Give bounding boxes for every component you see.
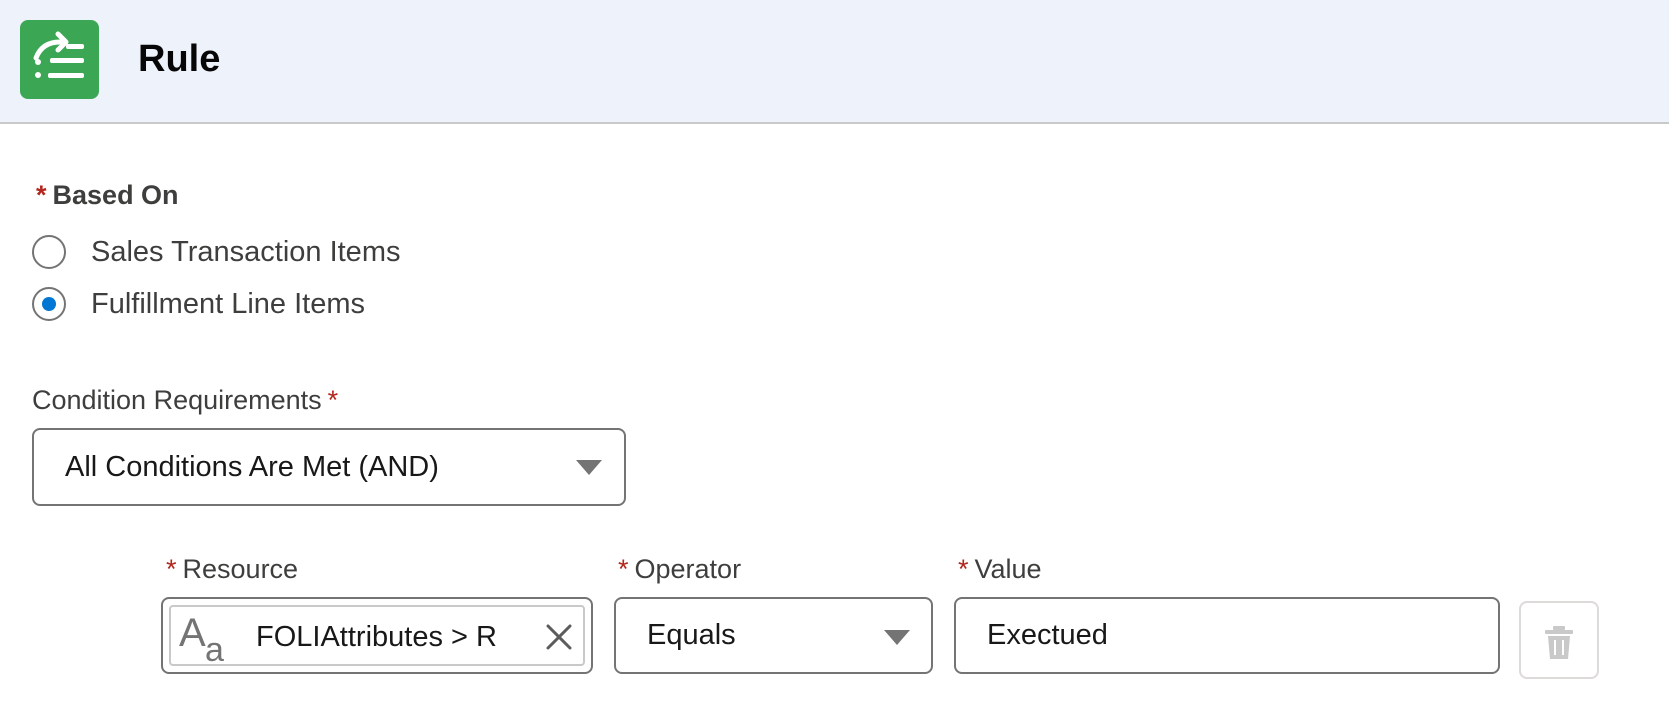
value-label: * Value bbox=[958, 554, 1042, 585]
delete-condition-button[interactable] bbox=[1519, 601, 1599, 679]
operator-label: * Operator bbox=[618, 554, 741, 585]
resource-pill[interactable]: Aa FOLIAttributes > R bbox=[169, 605, 585, 669]
resource-combobox[interactable]: Aa FOLIAttributes > R bbox=[161, 597, 593, 674]
page-title: Rule bbox=[138, 38, 221, 80]
value-input[interactable]: Exectued bbox=[954, 597, 1500, 674]
trash-icon bbox=[1545, 626, 1573, 659]
text-type-icon: Aa bbox=[179, 611, 224, 669]
value-label-text: Value bbox=[974, 554, 1042, 584]
radio-label: Sales Transaction Items bbox=[91, 235, 401, 268]
resource-label: * Resource bbox=[166, 554, 298, 585]
required-mark: * bbox=[36, 180, 47, 210]
operator-label-text: Operator bbox=[634, 554, 742, 584]
radio-button-checked[interactable] bbox=[32, 287, 66, 321]
radio-fulfillment-line-items[interactable]: Fulfillment Line Items bbox=[32, 284, 365, 324]
condition-requirements-label: Condition Requirements * bbox=[32, 385, 338, 416]
chevron-down-icon bbox=[576, 460, 602, 475]
condition-requirements-label-text: Condition Requirements bbox=[32, 385, 322, 415]
radio-sales-transaction-items[interactable]: Sales Transaction Items bbox=[32, 232, 400, 272]
operator-value: Equals bbox=[647, 619, 736, 651]
required-mark: * bbox=[958, 554, 969, 584]
condition-requirements-value: All Conditions Are Met (AND) bbox=[65, 450, 439, 483]
resource-value: FOLIAttributes > R bbox=[256, 621, 497, 653]
chevron-down-icon bbox=[884, 630, 910, 645]
flow-decision-icon bbox=[20, 20, 99, 99]
condition-requirements-select[interactable]: All Conditions Are Met (AND) bbox=[32, 428, 626, 506]
operator-select[interactable]: Equals bbox=[614, 597, 933, 674]
required-mark: * bbox=[327, 385, 339, 415]
page-header: Rule bbox=[0, 0, 1669, 124]
radio-button[interactable] bbox=[32, 235, 66, 269]
close-icon[interactable] bbox=[545, 623, 573, 651]
based-on-label: * Based On bbox=[36, 180, 179, 211]
required-mark: * bbox=[166, 554, 177, 584]
resource-label-text: Resource bbox=[182, 554, 299, 584]
based-on-label-text: Based On bbox=[52, 180, 179, 210]
radio-label: Fulfillment Line Items bbox=[91, 287, 365, 320]
required-mark: * bbox=[618, 554, 629, 584]
